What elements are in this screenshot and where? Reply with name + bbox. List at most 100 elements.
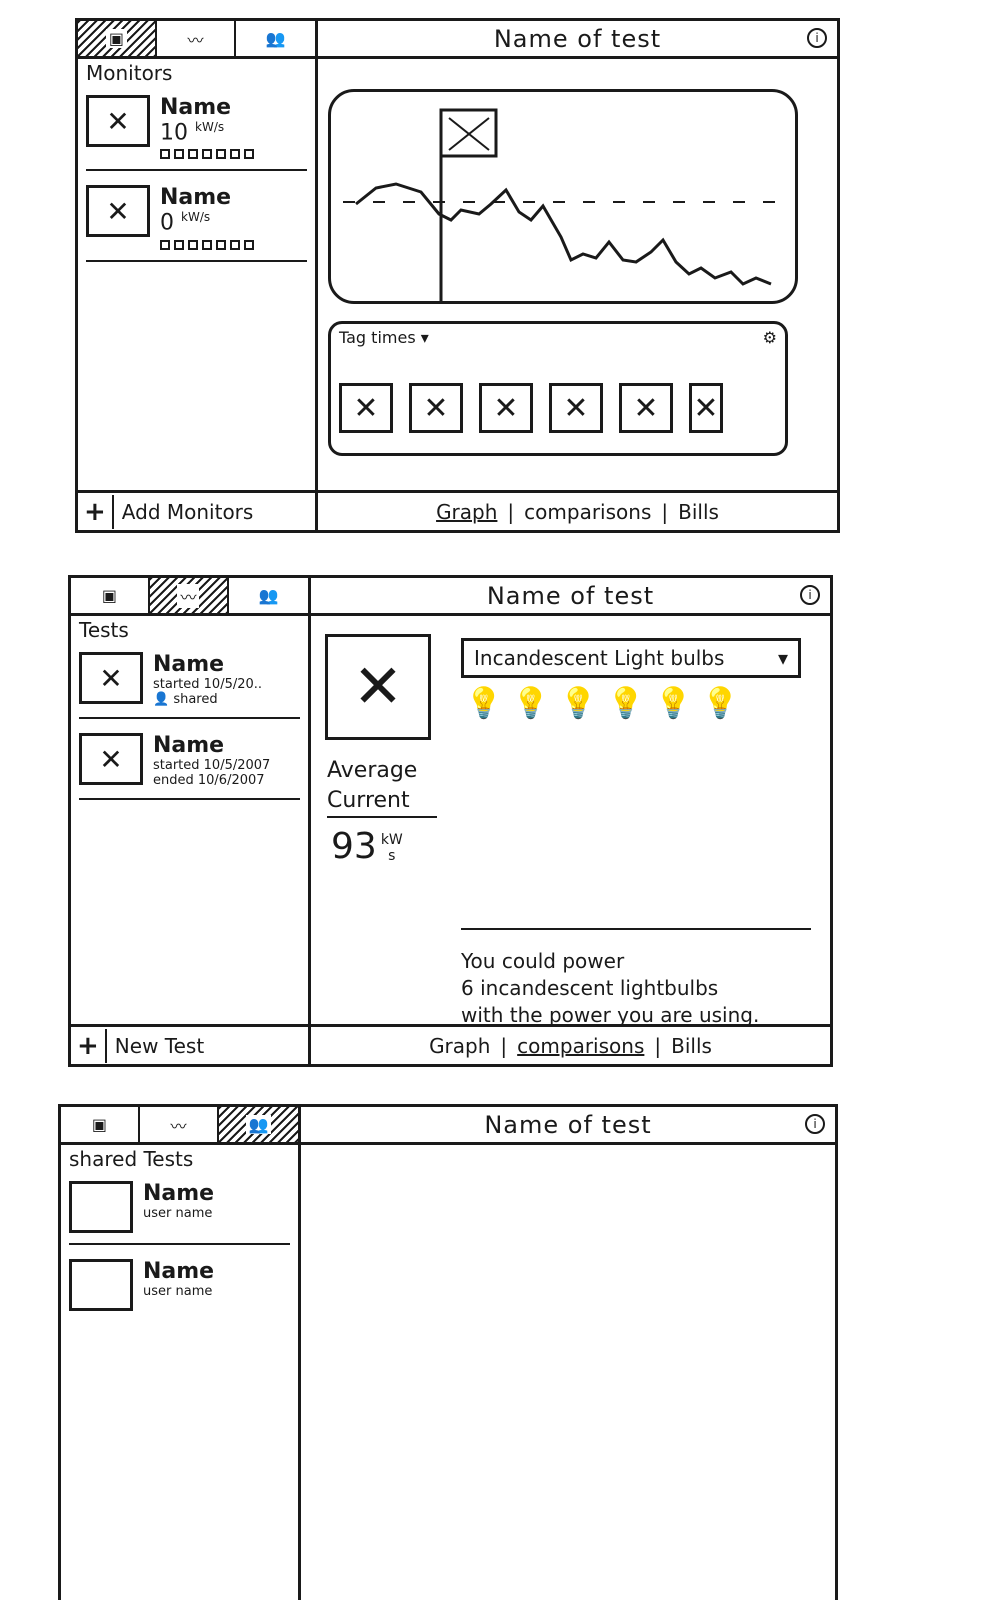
person-icon: 👤 [153,692,170,707]
image-placeholder-icon: ✕ [325,634,431,740]
tabs: ▣ 〰 👥 [61,1107,301,1142]
page-title: Name of test [486,581,655,610]
screen-shared: ▣ 〰 👥 Name of test i shared Tests Name u… [58,1104,838,1600]
top-bar: ▣ 〰 👥 Name of test i [78,21,837,59]
page-title: Name of test [484,1110,652,1139]
status-squares [160,149,254,160]
people-icon: 👥 [255,586,282,605]
tag-thumbnail[interactable]: ✕ [619,383,673,433]
tab-comparisons[interactable]: comparisons [517,1034,644,1058]
shared-test-name: Name [143,1259,215,1284]
tab-shared[interactable]: 👥 [218,1107,298,1142]
tag-thumbnail[interactable]: ✕ [479,383,533,433]
tabs: ▣ 〰 👥 [78,21,318,56]
shared-status: 👤 shared [153,692,218,707]
test-name: Name [153,652,225,677]
screen-tests: ▣ 〰 👥 Name of test i Tests ✕ Name starte… [68,575,833,1067]
shared-test-item[interactable]: Name user name [69,1177,290,1245]
image-placeholder-icon: ✕ [86,185,150,238]
tag-times-panel: Tag times ▾ ⚙ ✕ ✕ ✕ ✕ ✕ ✕ [328,321,788,456]
add-monitors-button[interactable]: Add Monitors [122,500,254,524]
top-bar: ▣ 〰 👥 Name of test i [61,1107,835,1145]
shared-test-user: user name [143,1284,213,1299]
info-icon[interactable]: i [800,585,820,605]
screen-monitors: ▣ 〰 👥 Name of test i Monitors ✕ Name 10 … [75,18,840,533]
header: Name of test i [318,21,837,56]
tag-thumbnail[interactable]: ✕ [549,383,603,433]
outlet-icon: ▣ [88,1115,111,1134]
tab-monitors[interactable]: ▣ [61,1107,140,1142]
monitor-item[interactable]: ✕ Name 0 kW/s [86,181,307,262]
sidebar-title: Monitors [86,61,173,85]
info-icon[interactable]: i [805,1114,825,1134]
lightbulb-icon: 💡 [607,686,645,721]
shared-test-name: Name [143,1181,215,1206]
test-ended: ended 10/6/2007 [153,773,265,788]
image-placeholder-icon: ✕ [79,733,143,785]
tab-monitors[interactable]: ▣ [78,21,157,56]
top-bar: ▣ 〰 👥 Name of test i [71,578,830,616]
tab-shared[interactable]: 👥 [229,578,308,613]
divider: | [661,499,669,524]
tag-thumbnails: ✕ ✕ ✕ ✕ ✕ ✕ [339,383,777,433]
monitor-item[interactable]: ✕ Name 10 kW/s [86,91,307,172]
tab-bills[interactable]: Bills [671,1034,712,1058]
graph-view: Tag times ▾ ⚙ ✕ ✕ ✕ ✕ ✕ ✕ [318,59,837,490]
tag-thumbnail[interactable]: ✕ [689,383,723,433]
sidebar: shared Tests Name user name Name user na… [61,1145,301,1600]
comparisons-view: ✕ Average Current 93 kW s Incandescent Lig… [311,616,830,1027]
tag-thumbnail[interactable]: ✕ [409,383,463,433]
info-icon[interactable]: i [807,28,827,48]
comparison-select-value: Incandescent Light bulbs [474,646,725,670]
tab-tests[interactable]: 〰 [157,21,236,56]
divider: | [500,1033,508,1058]
shared-view [301,1145,835,1600]
lightbulb-icon: 💡 [654,686,692,721]
test-item[interactable]: ✕ Name started 10/5/20.. 👤 shared [79,648,300,719]
tab-tests[interactable]: 〰 [140,1107,219,1142]
sidebar: Tests ✕ Name started 10/5/20.. 👤 shared … [71,616,311,1024]
divider: | [654,1033,662,1058]
comparison-select[interactable]: Incandescent Light bulbs ▾ [461,638,801,678]
test-item[interactable]: ✕ Name started 10/5/2007 ended 10/6/2007 [79,729,300,800]
test-started: started 10/5/20.. [153,677,263,692]
new-test-button[interactable]: New Test [115,1034,204,1058]
tag-thumbnail[interactable]: ✕ [339,383,393,433]
tabs: ▣ 〰 👥 [71,578,311,613]
gear-icon[interactable]: ⚙ [763,328,777,347]
usage-graph [328,89,798,304]
monitor-name: Name [160,95,232,120]
page-title: Name of test [493,24,662,53]
shared-test-user: user name [143,1206,213,1221]
average-current-label: Average Current [327,756,437,818]
tab-bills[interactable]: Bills [678,500,719,524]
tab-comparisons[interactable]: comparisons [524,500,651,524]
image-placeholder-icon: ✕ [86,95,150,147]
tag-times-dropdown[interactable]: Tag times ▾ [339,328,429,347]
lightbulb-icon: 💡 [701,686,740,721]
test-name: Name [153,733,225,758]
tab-monitors[interactable]: ▣ [71,578,150,613]
image-placeholder-icon: ✕ [79,652,143,704]
footer-tabs: Graph | comparisons | Bills [318,490,837,530]
tab-tests[interactable]: 〰 [149,578,229,613]
outlet-icon: ▣ [105,29,128,48]
divider: | [507,499,515,524]
add-icon[interactable]: + [84,494,114,529]
add-icon[interactable]: + [77,1028,107,1063]
tab-graph[interactable]: Graph [429,1034,490,1058]
usage-graph-lines [343,108,781,301]
shared-test-item[interactable]: Name user name [69,1255,290,1321]
test-started: started 10/5/2007 [153,758,271,773]
tab-shared[interactable]: 👥 [236,21,315,56]
chevron-down-icon: ▾ [777,646,788,670]
header: Name of test i [311,578,830,613]
average-current-value: 93 kW s [331,826,403,867]
people-icon: 👥 [262,29,289,48]
power-statement: You could power 6 incandescent lightbulb… [461,928,811,1029]
tab-graph[interactable]: Graph [436,500,497,524]
monitor-power: 10 kW/s [160,120,225,146]
monitor-name: Name [160,185,232,211]
lightbulb-icon: 💡 [559,686,598,721]
footer-left: + New Test [71,1024,311,1064]
